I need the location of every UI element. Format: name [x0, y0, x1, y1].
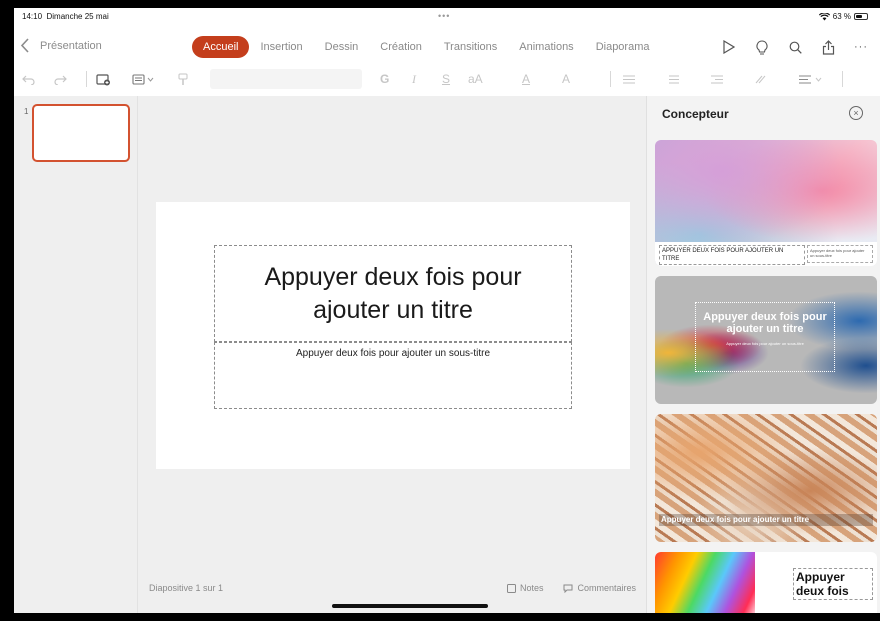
- tab-accueil[interactable]: Accueil: [192, 36, 250, 58]
- card-title-text: Appuyer deux fois pour ajouter un titre: [659, 514, 873, 526]
- tab-creation[interactable]: Création: [369, 36, 433, 58]
- card-title-text: Appuyer deux fois pour ajouter un titre: [703, 311, 827, 335]
- highlight-button[interactable]: A: [562, 70, 570, 88]
- chevron-left-icon: [20, 38, 29, 53]
- battery-icon: [854, 13, 868, 20]
- share-icon[interactable]: [819, 38, 837, 56]
- status-bar: 14:10 Dimanche 25 mai ••• 63 %: [14, 8, 880, 28]
- layout-icon[interactable]: [132, 70, 154, 88]
- design-idea-card[interactable]: Appuyer deux fois: [655, 552, 877, 613]
- status-date: Dimanche 25 mai: [46, 12, 109, 21]
- bottom-links: Notes Commentaires: [506, 583, 636, 593]
- search-icon[interactable]: [786, 38, 804, 56]
- ribbon-tabs: Accueil Insertion Dessin Création Transition…: [192, 36, 661, 58]
- card-caption-area: APPUYER DEUX FOIS POUR AJOUTER UN TITRE …: [655, 242, 877, 266]
- ipad-screen: 14:10 Dimanche 25 mai ••• 63 % Présentat…: [14, 8, 880, 613]
- tab-transitions[interactable]: Transitions: [433, 36, 508, 58]
- card-title-box: Appuyer deux fois pour ajouter un titre …: [695, 302, 835, 372]
- tab-dessin[interactable]: Dessin: [314, 36, 370, 58]
- title-placeholder-text: Appuyer deux fois pour ajouter un titre: [264, 262, 522, 324]
- ribbon-divider: [842, 71, 843, 87]
- format-painter-icon[interactable]: [178, 70, 188, 88]
- back-label: Présentation: [40, 39, 102, 52]
- tab-bar: Présentation Accueil Insertion Dessin Créat…: [14, 32, 880, 62]
- tab-actions: ···: [720, 38, 870, 56]
- card-subtitle-text: Appuyer deux fois pour ajouter un sous-t…: [807, 245, 873, 263]
- battery-fill: [856, 15, 863, 18]
- play-icon[interactable]: [720, 38, 738, 56]
- subtitle-placeholder-text: Appuyer deux fois pour ajouter un sous-t…: [296, 348, 490, 359]
- slide[interactable]: Appuyer deux fois pour ajouter un titre …: [156, 202, 630, 469]
- card-title-text: APPUYER DEUX FOIS POUR AJOUTER UN TITRE: [659, 245, 805, 265]
- comments-label: Commentaires: [577, 583, 636, 593]
- undo-icon[interactable]: [22, 70, 35, 88]
- clear-format-icon[interactable]: [754, 70, 774, 88]
- indent-icon[interactable]: [710, 70, 730, 88]
- lightbulb-icon[interactable]: [753, 38, 771, 56]
- tab-insertion[interactable]: Insertion: [249, 36, 313, 58]
- design-idea-card[interactable]: Appuyer deux fois pour ajouter un titre: [655, 414, 877, 542]
- comment-icon: [563, 584, 573, 593]
- thumbnail-number: 1: [24, 107, 29, 116]
- design-idea-card[interactable]: Appuyer deux fois pour ajouter un titre …: [655, 276, 877, 404]
- notes-icon: [506, 583, 516, 593]
- new-slide-icon[interactable]: [96, 70, 111, 88]
- slide-thumbnail-pane: 1: [14, 96, 138, 613]
- font-size-button[interactable]: aA: [468, 70, 483, 88]
- tab-animations[interactable]: Animations: [508, 36, 584, 58]
- status-clock: 14:10: [22, 12, 43, 21]
- font-name-field[interactable]: [210, 69, 362, 89]
- battery-percent: 63 %: [832, 12, 851, 21]
- text-color-button[interactable]: A: [522, 70, 530, 88]
- status-right: 63 %: [818, 12, 868, 21]
- tab-diaporama[interactable]: Diaporama: [585, 36, 661, 58]
- wifi-icon: [818, 12, 830, 20]
- design-idea-card[interactable]: APPUYER DEUX FOIS POUR AJOUTER UN TITRE …: [655, 140, 877, 266]
- redo-icon[interactable]: [54, 70, 67, 88]
- more-icon[interactable]: ···: [852, 38, 870, 56]
- underline-button[interactable]: S: [442, 70, 450, 88]
- close-icon[interactable]: ×: [849, 106, 863, 120]
- notes-label: Notes: [519, 583, 544, 593]
- card-title-text: Appuyer deux fois: [793, 568, 873, 600]
- italic-button[interactable]: I: [412, 70, 416, 88]
- back-button[interactable]: Présentation: [20, 38, 102, 53]
- ribbon-divider: [610, 71, 611, 87]
- status-time: 14:10 Dimanche 25 mai: [22, 12, 109, 21]
- comments-button[interactable]: Commentaires: [563, 583, 636, 593]
- bold-button[interactable]: G: [380, 70, 389, 88]
- slide-thumbnail[interactable]: [32, 104, 130, 162]
- notes-button[interactable]: Notes: [506, 583, 544, 593]
- ribbon-divider: [86, 71, 87, 87]
- bullets-icon[interactable]: [622, 70, 642, 88]
- home-indicator[interactable]: [332, 604, 488, 608]
- slide-count: Diapositive 1 sur 1: [149, 583, 224, 593]
- align-icon[interactable]: [798, 70, 824, 88]
- card-rainbow-art: [655, 552, 755, 613]
- designer-title: Concepteur: [662, 107, 729, 121]
- title-placeholder[interactable]: Appuyer deux fois pour ajouter un titre: [214, 245, 572, 342]
- subtitle-placeholder[interactable]: Appuyer deux fois pour ajouter un sous-t…: [214, 342, 572, 409]
- slide-canvas: Appuyer deux fois pour ajouter un titre …: [138, 96, 646, 613]
- ribbon-toolbar: G I S aA A A: [14, 66, 880, 92]
- designer-pane: Concepteur × APPUYER DEUX FOIS POUR AJOU…: [646, 96, 880, 613]
- numbering-icon[interactable]: [666, 70, 686, 88]
- card-subtitle-text: Appuyer deux fois pour ajouter un sous-t…: [726, 341, 804, 346]
- multitask-dots[interactable]: •••: [438, 11, 450, 21]
